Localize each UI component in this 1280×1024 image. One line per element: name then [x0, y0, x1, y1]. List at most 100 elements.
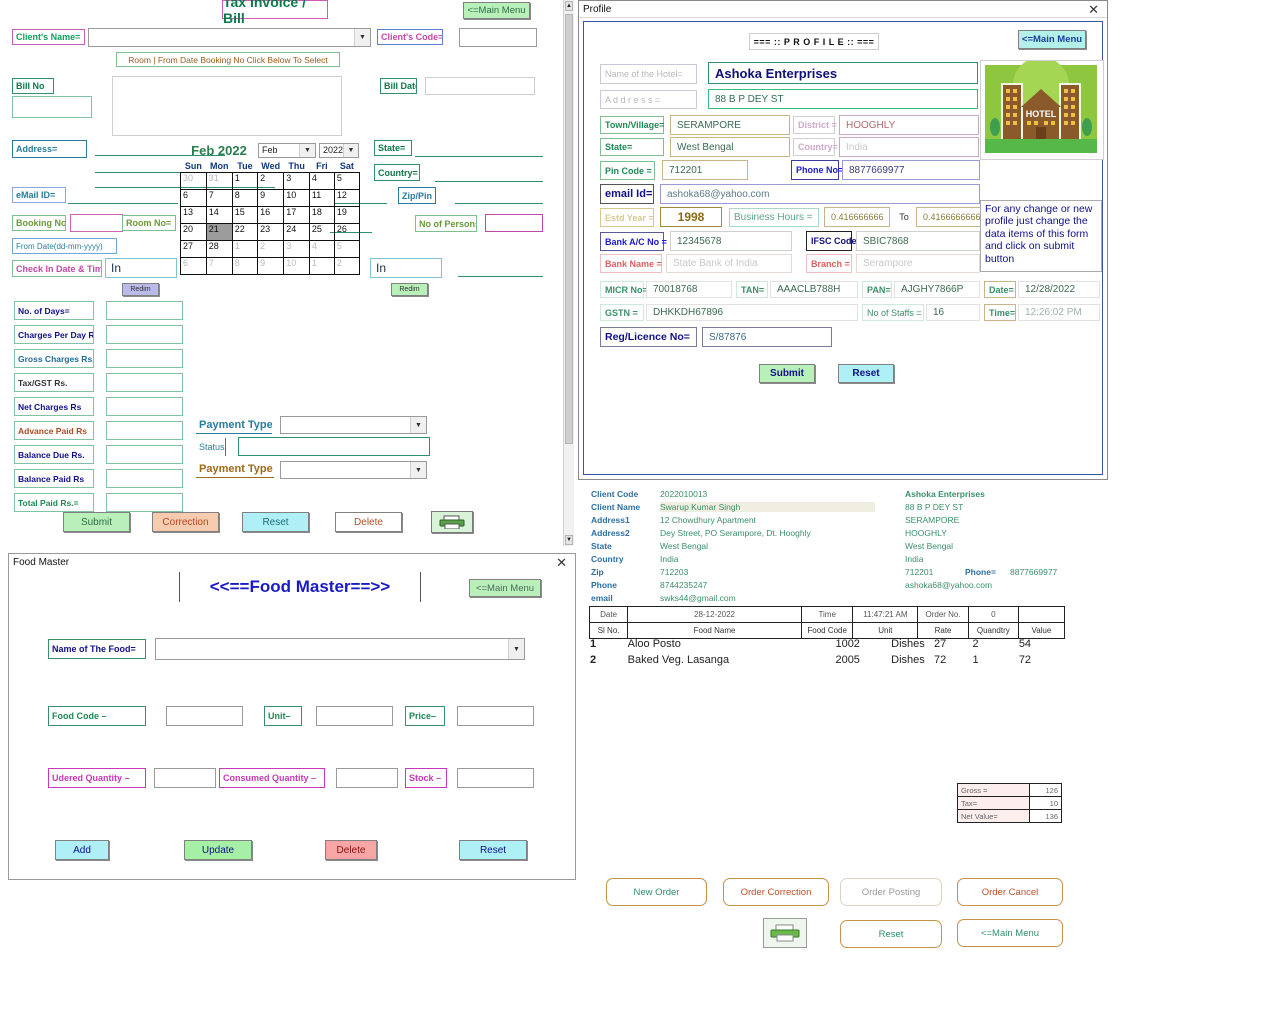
amount-row-input[interactable] — [106, 469, 183, 488]
bank-name-input[interactable]: State Bank of India — [666, 254, 792, 273]
table-row[interactable] — [589, 684, 1065, 700]
calendar-day[interactable]: 24 — [283, 223, 310, 241]
date-picker-calendar[interactable]: Feb 2022 Feb ▼ 2022 ▼ Sun Mon Tue Wed Thu Fri… — [180, 140, 361, 286]
calendar-day[interactable]: 6 — [180, 189, 207, 207]
calendar-day[interactable]: 30 — [180, 172, 207, 190]
calendar-day[interactable]: 2 — [257, 240, 285, 258]
table-row[interactable] — [589, 764, 1065, 780]
chevron-down-icon[interactable]: ▼ — [354, 29, 370, 46]
checkout-extra-input[interactable] — [458, 276, 543, 277]
calendar-day[interactable]: 1 — [308, 257, 335, 275]
table-row[interactable]: 2 Baked Veg. Lasanga 2005 Dishes 72 1 72 — [589, 652, 1065, 668]
order-reset-button[interactable]: Reset — [840, 920, 942, 948]
micr-no-input[interactable]: 70018768 — [646, 281, 732, 298]
order-posting-button[interactable]: Order Posting — [840, 878, 942, 906]
calendar-day[interactable]: 8 — [231, 257, 259, 275]
invoice-submit-button[interactable]: Submit — [63, 512, 130, 532]
no-of-staffs-input[interactable]: 16 — [926, 304, 980, 321]
food-master-main-menu-button[interactable]: <=Main Menu — [469, 579, 541, 597]
calendar-day[interactable]: 20 — [180, 223, 207, 241]
hotel-name-input[interactable]: Ashoka Enterprises — [708, 62, 978, 84]
calendar-day[interactable]: 9 — [257, 189, 285, 207]
order-client-field-value[interactable]: Swarup Kumar Singh — [660, 502, 875, 512]
booking-list-box[interactable] — [112, 76, 342, 136]
amount-row-input[interactable] — [106, 445, 183, 464]
ordered-quantity-input[interactable] — [154, 768, 216, 788]
calendar-day[interactable]: 2 — [333, 257, 361, 275]
amount-row-input[interactable] — [106, 397, 183, 416]
email-id-input[interactable]: ashoka68@yahoo.com — [660, 184, 980, 204]
reg-licence-no-input[interactable]: S/87876 — [702, 327, 832, 347]
food-code-input[interactable] — [166, 706, 243, 726]
tan-input[interactable]: AAACLB788H — [770, 281, 858, 298]
table-row[interactable]: 1 Aloo Posto 1002 Dishes 27 2 54 — [589, 636, 1065, 652]
amount-row-input[interactable] — [106, 373, 183, 392]
table-row[interactable] — [589, 748, 1065, 764]
amount-row-input[interactable] — [106, 493, 183, 512]
ifsc-code-input[interactable]: SBIC7868 — [856, 231, 980, 251]
email-id-input[interactable] — [68, 203, 178, 204]
business-hours-from-input[interactable]: 0.416666666 — [824, 207, 890, 227]
food-add-button[interactable]: Add — [55, 840, 109, 860]
unit-input[interactable] — [316, 706, 393, 726]
calendar-day[interactable]: 4 — [308, 240, 335, 258]
calendar-day[interactable]: 17 — [283, 206, 310, 224]
new-order-button[interactable]: New Order — [606, 878, 707, 906]
no-of-persons-input[interactable] — [485, 214, 543, 232]
food-reset-button[interactable]: Reset — [459, 840, 527, 860]
scroll-up-icon[interactable]: ▲ — [565, 1, 573, 11]
amount-row-input[interactable] — [106, 325, 183, 344]
estd-year-input[interactable]: 1998 — [660, 207, 722, 227]
table-row[interactable] — [589, 716, 1065, 732]
redim-right-button[interactable]: Redim — [391, 283, 428, 296]
chevron-down-icon[interactable]: ▼ — [299, 143, 315, 157]
scrollbar-thumb[interactable] — [565, 14, 573, 444]
chevron-down-icon[interactable]: ▼ — [410, 417, 426, 433]
food-name-combo[interactable]: ▼ — [155, 638, 525, 660]
calendar-day[interactable]: 14 — [205, 206, 233, 224]
profile-reset-button[interactable]: Reset — [838, 364, 894, 383]
calendar-day[interactable]: 8 — [231, 189, 259, 207]
calendar-day[interactable]: 26 — [333, 223, 361, 241]
profile-main-menu-button[interactable]: <=Main Menu — [1018, 30, 1086, 49]
calendar-day[interactable]: 28 — [205, 240, 233, 258]
calendar-day[interactable]: 27 — [180, 240, 207, 258]
consumed-quantity-input[interactable] — [336, 768, 398, 788]
invoice-correction-button[interactable]: Correction — [152, 512, 219, 532]
pin-code-input[interactable]: 712201 — [662, 160, 748, 180]
payment-type-1-combo[interactable]: ▼ — [280, 416, 427, 434]
redim-left-button[interactable]: Redim — [122, 283, 159, 296]
profile-submit-button[interactable]: Submit — [759, 364, 815, 383]
calendar-day[interactable]: 10 — [283, 257, 310, 275]
calendar-day[interactable]: 6 — [180, 257, 207, 275]
close-icon[interactable]: ✕ — [552, 556, 571, 569]
bank-ac-no-input[interactable]: 12345678 — [670, 231, 792, 251]
state-input[interactable] — [415, 156, 543, 157]
table-row[interactable] — [589, 700, 1065, 716]
calendar-day[interactable]: 21 — [205, 223, 233, 241]
calendar-day[interactable]: 5 — [333, 172, 361, 190]
calendar-day[interactable]: 3 — [283, 240, 310, 258]
calendar-day[interactable]: 11 — [308, 189, 335, 207]
status-input[interactable] — [238, 437, 430, 456]
calendar-day[interactable]: 4 — [308, 172, 335, 190]
calendar-body[interactable]: 30 31 1 2 3 4 5 6 7 8 9 10 11 12 13 14 15 16 17 18 19 20 21 22 2… — [180, 172, 361, 275]
calendar-day[interactable]: 13 — [180, 206, 207, 224]
country-input[interactable] — [435, 181, 543, 182]
calendar-day[interactable]: 5 — [333, 240, 361, 258]
calendar-day[interactable]: 23 — [257, 223, 285, 241]
calendar-day[interactable]: 7 — [205, 189, 233, 207]
branch-input[interactable]: Serampore — [856, 254, 980, 273]
booking-no-input[interactable] — [70, 214, 123, 232]
pan-input[interactable]: AJGHY7866P — [894, 281, 980, 298]
gstn-input[interactable]: DHKKDH67896 — [646, 304, 858, 321]
close-icon[interactable]: ✕ — [1084, 3, 1103, 16]
scroll-down-icon[interactable]: ▼ — [565, 535, 573, 545]
chevron-down-icon[interactable]: ▼ — [343, 143, 358, 157]
food-delete-button[interactable]: Delete — [325, 840, 377, 860]
calendar-day[interactable]: 18 — [308, 206, 335, 224]
invoice-delete-button[interactable]: Delete — [335, 512, 402, 532]
table-row[interactable] — [589, 668, 1065, 684]
calendar-day[interactable]: 10 — [283, 189, 310, 207]
order-print-button[interactable] — [763, 918, 807, 948]
